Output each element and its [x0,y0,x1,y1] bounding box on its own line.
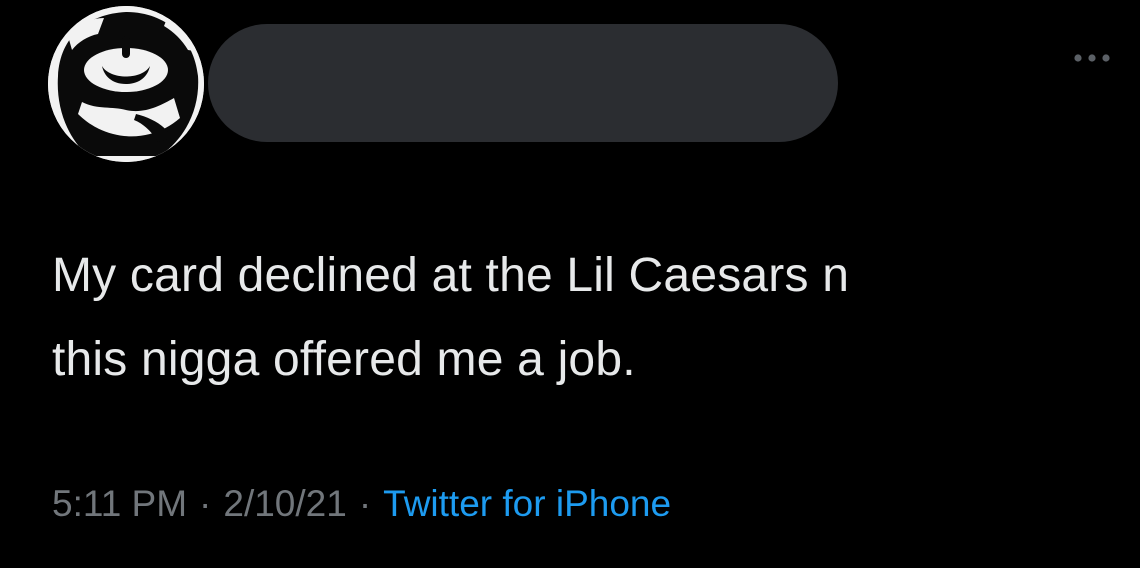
more-options-icon [1074,54,1110,62]
redacted-username [208,24,838,142]
tweet-text-line-1: My card declined at the Lil Caesars n [52,249,850,302]
meta-separator: · [358,483,372,524]
profile-avatar-icon [48,6,204,162]
profile-avatar[interactable] [48,6,204,162]
tweet-date[interactable]: 2/10/21 [223,483,346,525]
more-options-button[interactable] [1068,44,1116,72]
tweet-card: My card declined at the Lil Caesars n th… [0,0,1140,568]
tweet-time[interactable]: 5:11 PM [52,483,187,525]
meta-separator: · [199,483,212,524]
tweet-text-line-2: this nigga offered me a job. [52,333,636,386]
tweet-meta: 5:11 PM · 2/10/21 · Twitter for iPhone [52,480,671,528]
tweet-text: My card declined at the Lil Caesars n th… [52,234,1112,402]
tweet-source-link[interactable]: Twitter for iPhone [383,483,671,525]
